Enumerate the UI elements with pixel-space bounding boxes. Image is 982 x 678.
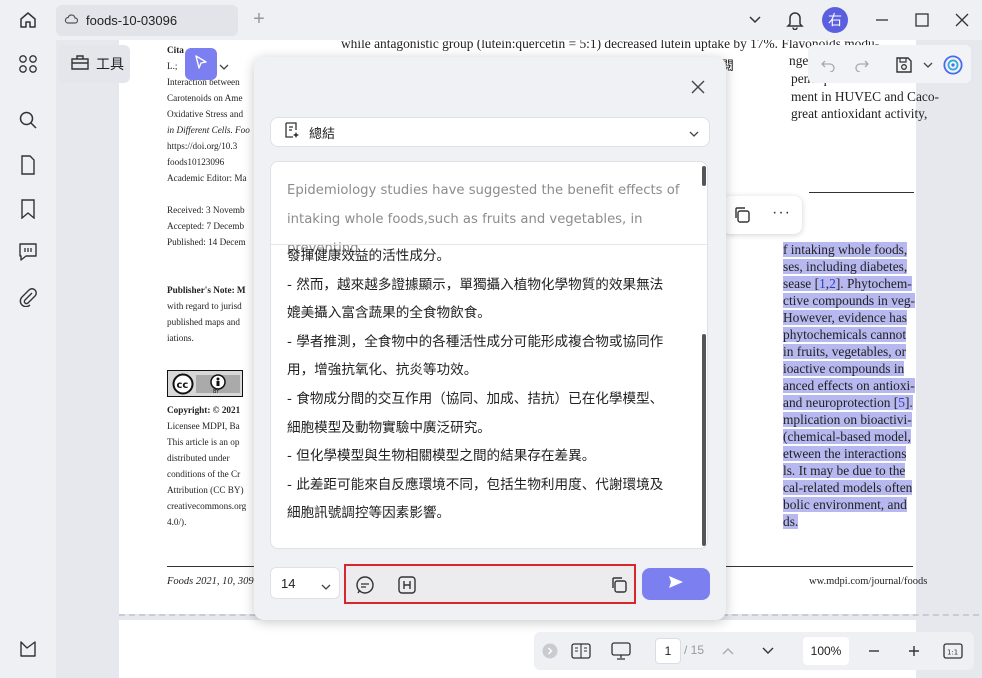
tools-button[interactable]: 工具 (58, 45, 130, 83)
copyright-text: Copyright: © 2021 Licensee MDPI, Ba This… (167, 405, 247, 527)
chevron-down-icon[interactable] (219, 58, 229, 76)
copy-icon[interactable] (733, 206, 751, 229)
collapse-icon[interactable] (542, 639, 558, 663)
cursor-icon (193, 54, 209, 75)
apps-grid-icon[interactable] (15, 51, 41, 77)
font-size-value: 14 (281, 575, 296, 591)
zoom-out-icon[interactable] (864, 639, 884, 663)
body-text-line: ment in HUVEC and Caco- (791, 89, 940, 104)
save-icon[interactable] (894, 55, 914, 75)
layers-icon[interactable] (15, 636, 41, 662)
more-options-icon[interactable]: ··· (772, 204, 791, 222)
mode-select[interactable]: 總結 (270, 117, 710, 147)
page-total: / 15 (684, 643, 705, 657)
ai-assistant-icon[interactable] (943, 55, 963, 75)
svg-text:1:1: 1:1 (947, 649, 958, 657)
zoom-level[interactable]: 100% (803, 637, 849, 665)
send-button[interactable] (642, 568, 710, 600)
minimize-icon[interactable] (870, 8, 894, 32)
toolbox-icon (70, 53, 90, 75)
tab-title: foods-10-03096 (86, 13, 178, 28)
footer-citation: Foods 2021, 10, 309 (167, 576, 254, 587)
selection-popup: ··· (722, 196, 802, 234)
scrollbar-thumb[interactable] (702, 166, 706, 186)
summary-text: 發揮健康效益的活性成分。 - 然而，越來越多證據顯示，單獨攝入植物化學物質的效果… (287, 248, 664, 522)
maximize-icon[interactable] (910, 8, 934, 32)
summary-content-box[interactable]: Epidemiology studies have suggested the … (270, 161, 708, 549)
ai-summary-panel: 總結 Epidemiology studies have suggested t… (254, 57, 726, 620)
reading-mode-icon[interactable] (570, 639, 592, 663)
previous-page-icon[interactable] (718, 639, 738, 663)
cc-by-license-logo: cc BY (167, 370, 243, 397)
new-tab-button[interactable]: + (248, 8, 270, 30)
chevron-down-icon[interactable] (918, 55, 938, 75)
send-icon (668, 575, 684, 594)
bell-icon[interactable] (783, 8, 807, 32)
title-bar: foods-10-03096 + 右 (0, 0, 982, 40)
heading-icon[interactable] (396, 574, 418, 596)
scrollbar-thumb[interactable] (702, 334, 706, 546)
undo-icon[interactable] (818, 55, 838, 75)
left-column-text: Cita L.; Interaction between Carotenoids… (167, 45, 250, 343)
copy-icon[interactable] (608, 574, 630, 596)
redo-icon[interactable] (852, 55, 872, 75)
bookmark-icon[interactable] (15, 196, 41, 222)
body-text-line: while antagonistic group (lutein:quercet… (341, 40, 880, 51)
bottom-toolbar: 1:1 (534, 632, 974, 670)
svg-text:cc: cc (177, 380, 189, 391)
left-sidebar (0, 40, 56, 678)
tools-label: 工具 (96, 57, 124, 73)
right-toolbar (808, 45, 971, 83)
attachment-icon[interactable] (15, 284, 41, 310)
home-icon[interactable] (14, 8, 42, 32)
section-divider (809, 192, 914, 193)
footer-url: ww.mdpi.com/journal/foods (809, 576, 928, 587)
select-tool-button[interactable] (185, 48, 217, 80)
zoom-in-icon[interactable] (904, 639, 924, 663)
document-tab[interactable]: foods-10-03096 (56, 5, 238, 36)
search-icon[interactable] (15, 107, 41, 133)
chevron-down-icon (321, 579, 331, 594)
next-page-icon[interactable] (758, 639, 778, 663)
cloud-icon (64, 13, 79, 28)
chat-icon[interactable] (354, 574, 376, 596)
avatar[interactable]: 右 (822, 7, 848, 33)
chevron-down-icon (689, 127, 699, 142)
action-buttons-group (344, 564, 636, 604)
svg-text:BY: BY (213, 389, 220, 395)
close-icon[interactable] (950, 8, 974, 32)
current-page-input[interactable]: 1 (655, 638, 681, 664)
chevron-down-icon[interactable] (743, 8, 767, 32)
summary-icon (283, 121, 301, 143)
comment-icon[interactable] (15, 239, 41, 265)
presentation-icon[interactable] (610, 639, 632, 663)
close-panel-button[interactable] (686, 75, 710, 99)
fit-page-icon[interactable]: 1:1 (942, 639, 964, 663)
body-text-line: great antioxidant activity, (791, 106, 928, 121)
page-icon[interactable] (15, 152, 41, 178)
font-size-select[interactable]: 14 (270, 567, 340, 599)
mode-label: 總結 (309, 126, 336, 142)
